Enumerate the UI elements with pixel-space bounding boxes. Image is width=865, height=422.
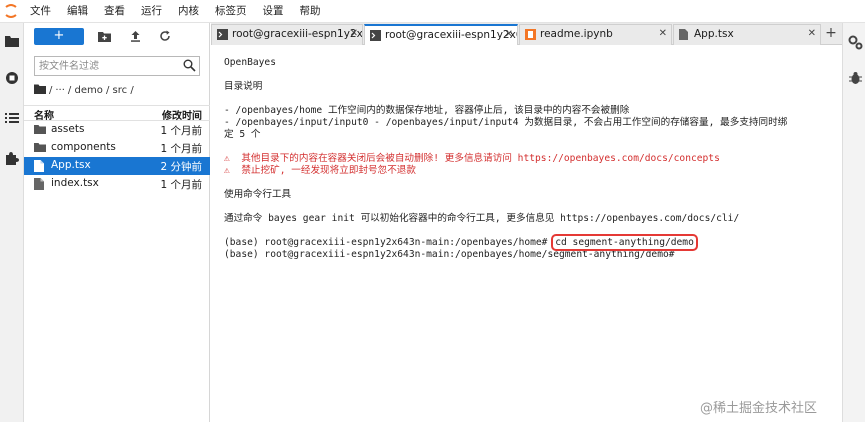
- folder-icon: [34, 142, 46, 154]
- column-name-header[interactable]: 名称: [34, 107, 54, 122]
- file-name: index.tsx: [51, 177, 99, 189]
- menu-edit[interactable]: 编辑: [59, 0, 96, 23]
- breadcrumb-path[interactable]: / demo / src /: [68, 85, 134, 96]
- debugger-bug-icon[interactable]: [846, 69, 864, 87]
- tab-terminal-2[interactable]: root@gracexiii-espn1y2x6 ✕: [364, 24, 518, 46]
- tab-readme-ipynb[interactable]: readme.ipynb ✕: [519, 24, 672, 45]
- file-list-header: 名称 修改时间: [24, 105, 210, 122]
- close-icon[interactable]: ✕: [350, 28, 358, 39]
- terminal-warning-line: ⚠ 其他目录下的内容在容器关闭后会被自动删除! 更多信息请访问 https://…: [224, 153, 720, 164]
- file-icon: [679, 29, 690, 40]
- highlighted-command: cd segment-anything/demo: [551, 234, 698, 251]
- breadcrumb: / ··· / demo / src /: [34, 83, 137, 97]
- tab-label: root@gracexiii-espn1y2x6: [385, 29, 518, 41]
- terminal-panel[interactable]: OpenBayes 目录说明 - /openbayes/home 工作空间内的数…: [211, 45, 842, 422]
- breadcrumb-ellipsis[interactable]: ···: [55, 85, 65, 96]
- breadcrumb-root[interactable]: /: [49, 85, 52, 96]
- watermark: @稀土掘金技术社区: [700, 401, 818, 416]
- menu-settings[interactable]: 设置: [255, 0, 292, 23]
- column-modified-header[interactable]: 修改时间: [162, 107, 202, 122]
- tab-bar: root@gracexiii-espn1y2x6 ✕ root@gracexii…: [211, 23, 842, 46]
- file-name: assets: [51, 123, 85, 135]
- breadcrumb-home-folder-icon[interactable]: [34, 84, 46, 97]
- terminal-line: - /openbayes/home 工作空间内的数据保存地址, 容器停止后, 该…: [224, 105, 630, 116]
- tab-label: root@gracexiii-espn1y2x6: [232, 28, 363, 40]
- tab-app-tsx[interactable]: App.tsx ✕: [673, 24, 821, 45]
- terminal-line: - /openbayes/input/input0 - /openbayes/i…: [224, 117, 788, 128]
- tab-label: App.tsx: [694, 28, 734, 40]
- terminal-command-line: (base) root@gracexiii-espn1y2x643n-main:…: [224, 234, 842, 251]
- terminal-warning-line: ⚠ 禁止挖矿, 一经发现将立即封号忽不退款: [224, 165, 416, 176]
- close-icon[interactable]: ✕: [808, 28, 816, 39]
- activity-bar: [0, 23, 24, 422]
- menu-run[interactable]: 运行: [133, 0, 170, 23]
- file-name: App.tsx: [51, 159, 91, 171]
- terminal-line: 使用命令行工具: [224, 189, 292, 200]
- running-icon[interactable]: [3, 69, 21, 87]
- terminal-icon: [217, 29, 228, 40]
- menu-view[interactable]: 查看: [96, 0, 133, 23]
- file-name: components: [51, 141, 116, 153]
- file-modified: 1 个月前: [160, 179, 202, 191]
- extension-puzzle-icon[interactable]: [3, 149, 21, 167]
- file-row-index-tsx[interactable]: index.tsx 1 个月前: [24, 175, 210, 193]
- file-icon: [34, 178, 46, 190]
- property-inspector-gears-icon[interactable]: [846, 33, 864, 51]
- terminal-prompt: (base) root@gracexiii-espn1y2x643n-main:…: [224, 237, 554, 248]
- jupyter-logo-icon: [0, 0, 22, 23]
- file-filter-box: [34, 56, 200, 76]
- close-icon[interactable]: ✕: [659, 28, 667, 39]
- file-modified: 1 个月前: [160, 143, 202, 155]
- tab-label: readme.ipynb: [540, 28, 613, 40]
- file-list: assets 1 个月前 components 1 个月前 App.tsx 2 …: [24, 121, 210, 193]
- upload-icon[interactable]: [128, 29, 142, 43]
- new-launcher-button[interactable]: +: [34, 28, 84, 45]
- right-sidebar: [842, 23, 865, 422]
- notebook-icon: [525, 29, 536, 40]
- file-row-components[interactable]: components 1 个月前: [24, 139, 210, 157]
- terminal-line: OpenBayes: [224, 57, 276, 68]
- terminal-icon: [370, 30, 381, 41]
- menu-help[interactable]: 帮助: [292, 0, 329, 23]
- search-icon: [183, 59, 196, 75]
- file-browser: + / ··· / demo / src / 名称 修改时间 assets: [24, 23, 210, 422]
- file-filter-input[interactable]: [35, 57, 175, 75]
- terminal-line: 目录说明: [224, 81, 263, 92]
- file-icon: [34, 160, 46, 172]
- menu-bar: 文件 编辑 查看 运行 内核 标签页 设置 帮助: [0, 0, 865, 23]
- new-folder-icon[interactable]: [97, 29, 111, 43]
- tab-terminal-1[interactable]: root@gracexiii-espn1y2x6 ✕: [211, 24, 363, 45]
- file-modified: 1 个月前: [160, 125, 202, 137]
- menu-kernel[interactable]: 内核: [170, 0, 207, 23]
- table-of-contents-icon[interactable]: [3, 109, 21, 127]
- terminal-line: 定 5 个: [224, 129, 261, 140]
- file-browser-toolbar: +: [24, 23, 210, 49]
- terminal-line: 通过命令 bayes gear init 可以初始化容器中的命令行工具, 更多信…: [224, 213, 740, 224]
- terminal-prompt-line: (base) root@gracexiii-espn1y2x643n-main:…: [224, 249, 681, 260]
- folder-icon: [34, 124, 46, 136]
- add-tab-plus-icon[interactable]: +: [822, 25, 840, 43]
- menu-file[interactable]: 文件: [22, 0, 59, 23]
- refresh-icon[interactable]: [158, 29, 172, 43]
- file-modified: 2 分钟前: [160, 161, 202, 173]
- file-row-app-tsx[interactable]: App.tsx 2 分钟前: [24, 157, 210, 175]
- close-icon[interactable]: ✕: [505, 29, 513, 40]
- folder-icon[interactable]: [3, 32, 21, 50]
- file-row-assets[interactable]: assets 1 个月前: [24, 121, 210, 139]
- menu-tabs[interactable]: 标签页: [207, 0, 255, 23]
